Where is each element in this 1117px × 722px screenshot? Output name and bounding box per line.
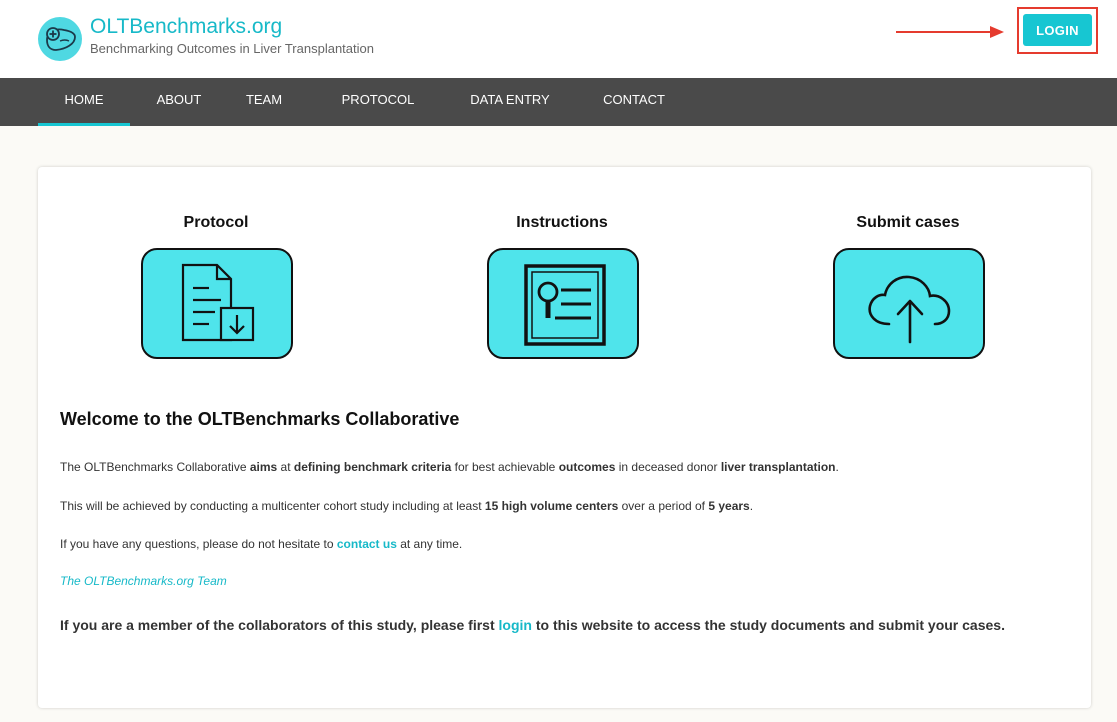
site-tagline: Benchmarking Outcomes in Liver Transplan… — [90, 41, 374, 56]
questions-text-2: at any time. — [396, 537, 463, 551]
welcome-heading: Welcome to the OLTBenchmarks Collaborati… — [60, 409, 460, 429]
site-header: OLTBenchmarks.org Benchmarking Outcomes … — [0, 0, 1117, 78]
intro-bold-3: outcomes — [558, 460, 616, 474]
nav-item-contact[interactable]: CONTACT — [592, 78, 676, 126]
nav-item-about[interactable]: ABOUT — [143, 78, 215, 126]
feature-protocol: Protocol — [96, 213, 336, 359]
questions-text-1: If you have any questions, please do not… — [60, 537, 337, 551]
id-card-search-icon — [524, 264, 606, 346]
contact-us-link[interactable]: contact us — [337, 537, 397, 551]
nav-item-data-entry[interactable]: DATA ENTRY — [456, 78, 564, 126]
member-text-2: to this website to access the study docu… — [531, 617, 1005, 633]
member-text-1: If you are a member of the collaborators… — [60, 617, 499, 633]
intro-paragraph: The OLTBenchmarks Collaborative aims at … — [60, 460, 839, 475]
nav-item-home[interactable]: HOME — [38, 78, 130, 126]
login-link[interactable]: login — [499, 617, 532, 633]
main-content-card: Protocol Instructions Submit cases Welco… — [38, 167, 1091, 708]
liver-logo-icon[interactable] — [38, 17, 82, 61]
intro-text-1: The OLTBenchmarks Collaborative — [60, 460, 250, 474]
feature-title-instructions: Instructions — [516, 214, 608, 231]
study-paragraph: This will be achieved by conducting a mu… — [60, 499, 753, 514]
intro-bold-4: liver transplantation — [720, 460, 836, 474]
protocol-tile-button[interactable] — [141, 248, 293, 359]
feature-title-submit-cases: Submit cases — [856, 214, 960, 231]
feature-instructions: Instructions — [442, 213, 682, 359]
feature-submit-cases: Submit cases — [788, 213, 1028, 359]
member-login-note: If you are a member of the collaborators… — [60, 617, 1005, 634]
annotation-arrow-icon — [896, 26, 1004, 38]
instructions-tile-button[interactable] — [487, 248, 639, 359]
study-text-1: This will be achieved by conducting a mu… — [60, 499, 485, 513]
study-text-2: over a period of — [618, 499, 709, 513]
study-bold-1: 15 high volume centers — [484, 499, 619, 513]
document-download-icon — [181, 263, 255, 342]
main-nav: HOME ABOUT TEAM PROTOCOL DATA ENTRY CONT… — [0, 78, 1117, 126]
cloud-upload-icon — [868, 275, 951, 344]
nav-item-protocol[interactable]: PROTOCOL — [330, 78, 426, 126]
intro-bold-2: defining benchmark criteria — [293, 460, 452, 474]
intro-text-3: for best achievable — [451, 460, 559, 474]
questions-paragraph: If you have any questions, please do not… — [60, 537, 462, 552]
submit-cases-tile-button[interactable] — [833, 248, 985, 359]
study-text-3: . — [749, 499, 754, 513]
intro-text-5: . — [835, 460, 839, 474]
site-title[interactable]: OLTBenchmarks.org — [90, 15, 282, 39]
intro-bold-1: aims — [249, 460, 278, 474]
study-bold-2: 5 years — [708, 499, 750, 513]
login-button[interactable]: LOGIN — [1023, 14, 1092, 46]
intro-text-2: at — [277, 460, 294, 474]
intro-text-4: in deceased donor — [615, 460, 721, 474]
feature-title-protocol: Protocol — [183, 214, 249, 231]
nav-item-team[interactable]: TEAM — [232, 78, 296, 126]
team-signature: The OLTBenchmarks.org Team — [60, 574, 227, 588]
